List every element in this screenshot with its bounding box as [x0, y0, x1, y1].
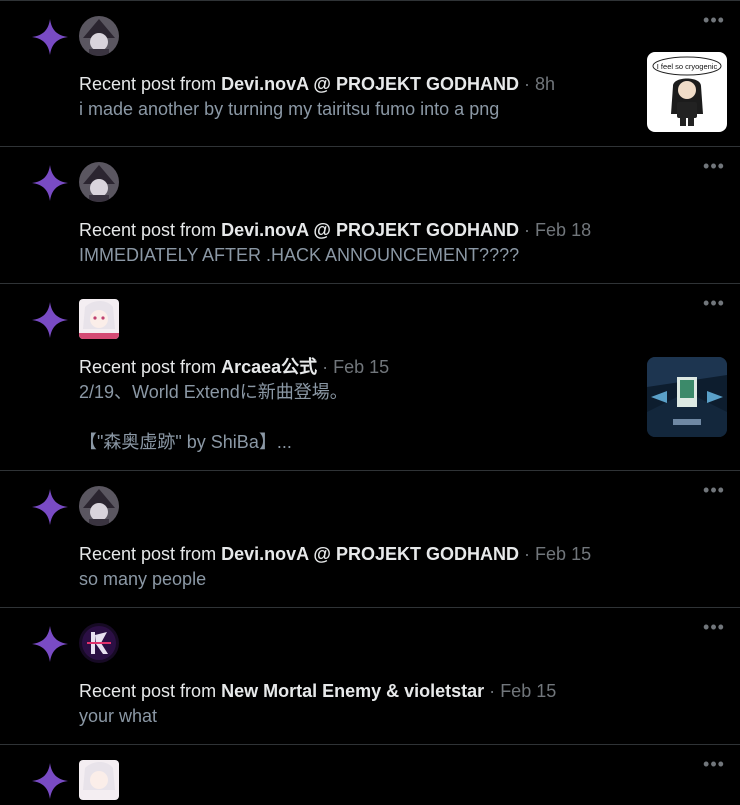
- post-thumbnail[interactable]: [647, 357, 727, 437]
- notification-item[interactable]: ••• Recent post from Devi.novA @ PROJEKT…: [0, 147, 740, 284]
- notification-item[interactable]: ••• Recent post from New Mortal Enemy & …: [0, 608, 740, 745]
- more-options-icon[interactable]: •••: [703, 11, 725, 29]
- more-options-icon[interactable]: •••: [703, 157, 725, 175]
- timestamp[interactable]: Feb 15: [333, 357, 389, 377]
- avatar[interactable]: [79, 760, 119, 800]
- separator: ·: [524, 220, 531, 240]
- notification-header: Recent post from Devi.novA @ PROJEKT GOD…: [79, 543, 591, 565]
- sparkle-icon: [32, 489, 68, 525]
- post-text: so many people: [79, 569, 207, 589]
- notification-header: Recent post from Arcaea公式 · Feb 15: [79, 356, 389, 378]
- avatar[interactable]: [79, 16, 119, 56]
- author-name[interactable]: Arcaea公式: [221, 357, 317, 377]
- author-name[interactable]: Devi.novA @ PROJEKT GODHAND: [221, 544, 519, 564]
- separator: ·: [524, 74, 531, 94]
- post-text: 2/19、World Extendに新曲登場。 【"森奥虚跡" by ShiBa…: [79, 382, 348, 452]
- more-options-icon[interactable]: •••: [703, 294, 725, 312]
- prefix-text: Recent post from: [79, 681, 217, 701]
- avatar[interactable]: [79, 299, 119, 339]
- timestamp[interactable]: 8h: [535, 74, 555, 94]
- sparkle-icon: [32, 763, 68, 799]
- post-text: your what: [79, 706, 158, 726]
- notifications-feed: ••• Recent post from Devi.novA @ PROJEKT…: [0, 0, 740, 805]
- prefix-text: Recent post from: [79, 544, 217, 564]
- separator: ·: [524, 544, 531, 564]
- timestamp[interactable]: Feb 15: [500, 681, 556, 701]
- sparkle-icon: [32, 165, 68, 201]
- avatar[interactable]: [79, 162, 119, 202]
- notification-header: Recent post from Devi.novA @ PROJEKT GOD…: [79, 73, 555, 95]
- separator: ·: [489, 681, 496, 701]
- notification-item[interactable]: ••• Recent post from Arcaea公式 · Feb 15 2…: [0, 284, 740, 471]
- prefix-text: Recent post from: [79, 357, 217, 377]
- timestamp[interactable]: Feb 18: [535, 220, 591, 240]
- post-thumbnail[interactable]: I feel so cryogenic: [647, 52, 727, 132]
- notification-item[interactable]: •••: [0, 745, 740, 805]
- notification-header: Recent post from New Mortal Enemy & viol…: [79, 680, 556, 702]
- timestamp[interactable]: Feb 15: [535, 544, 591, 564]
- notification-header: Recent post from Devi.novA @ PROJEKT GOD…: [79, 219, 591, 241]
- sparkle-icon: [32, 19, 68, 55]
- more-options-icon[interactable]: •••: [703, 755, 725, 773]
- author-name[interactable]: Devi.novA @ PROJEKT GODHAND: [221, 220, 519, 240]
- more-options-icon[interactable]: •••: [703, 618, 725, 636]
- author-name[interactable]: New Mortal Enemy & violetstar: [221, 681, 484, 701]
- avatar[interactable]: [79, 486, 119, 526]
- author-name[interactable]: Devi.novA @ PROJEKT GODHAND: [221, 74, 519, 94]
- thumbnail-caption: I feel so cryogenic: [657, 62, 718, 71]
- post-text: i made another by turning my tairitsu fu…: [79, 99, 500, 119]
- prefix-text: Recent post from: [79, 74, 217, 94]
- separator: ·: [322, 357, 329, 377]
- sparkle-icon: [32, 626, 68, 662]
- notification-item[interactable]: ••• Recent post from Devi.novA @ PROJEKT…: [0, 0, 740, 147]
- prefix-text: Recent post from: [79, 220, 217, 240]
- notification-item[interactable]: ••• Recent post from Devi.novA @ PROJEKT…: [0, 471, 740, 608]
- more-options-icon[interactable]: •••: [703, 481, 725, 499]
- post-text: IMMEDIATELY AFTER .HACK ANNOUNCEMENT????: [79, 245, 520, 265]
- sparkle-icon: [32, 302, 68, 338]
- avatar[interactable]: [79, 623, 119, 663]
